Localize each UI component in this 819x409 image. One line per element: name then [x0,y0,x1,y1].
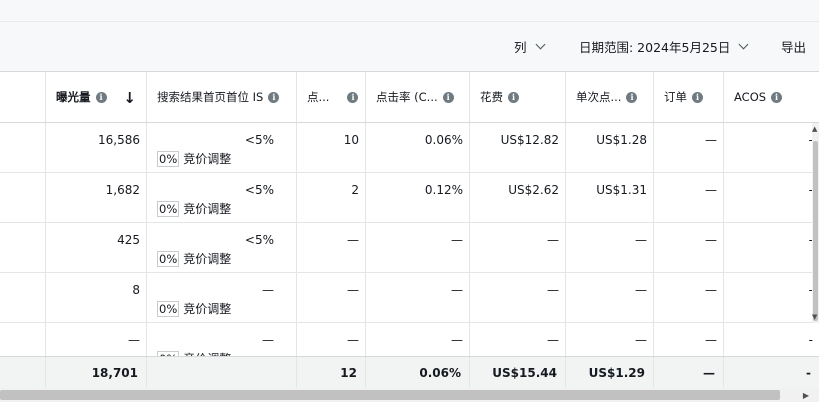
top-of-search-is-value: — [262,283,274,297]
cell-acos: - [808,283,813,297]
columns-label: 列 [514,40,527,55]
scroll-right-icon[interactable]: ▶ [803,391,809,400]
cell-impressions: 425 [46,223,147,272]
bid-adjustment[interactable]: 0%竞价调整 [157,250,274,267]
cell-spend: US$2.62 [470,173,566,222]
total-impressions: 18,701 [46,357,147,391]
cell-acos: - [808,233,813,247]
horizontal-scrollbar[interactable]: ▶ [0,388,819,402]
total-acos: - [806,366,811,380]
cell-clicks: 10 [297,123,366,172]
chevron-down-icon [535,39,545,50]
bid-adjustment-input[interactable]: 0% [157,200,180,217]
cell-orders: — [654,173,724,222]
cell-clicks: 2 [297,173,366,222]
cell-spend: — [470,223,566,272]
cell-impressions: 16,586 [46,123,147,172]
cell-top-of-search-is: — 0%竞价调整 [147,273,297,322]
cell-acos: - [808,333,813,347]
cell-orders: — [654,123,724,172]
row-spacer [0,223,46,272]
row-spacer [0,173,46,222]
top-of-search-is-value: <5% [244,133,274,147]
cell-top-of-search-is: <5% 0% 竞价调整 [147,173,297,222]
table-row: 8—0% 竞价调整 — — — — — - [0,273,819,323]
scroll-up-icon[interactable]: ▲ [812,125,817,133]
cell-cpc: US$1.31 [566,173,654,222]
bid-adjustment-input[interactable]: 0% [157,300,180,317]
cell-impressions: — [46,323,147,356]
cell-ctr: 0.12% [366,173,470,222]
vertical-scrollbar-thumb[interactable] [813,141,818,321]
total-orders: — [654,357,724,391]
cell-cpc: — [566,273,654,322]
cell-clicks: — [297,223,366,272]
total-cpc: US$1.29 [566,357,654,391]
bid-adjustment-label: 竞价调整 [183,252,232,266]
top-strip [0,0,819,22]
table-row: 1,682 <5% 0% 竞价调整 2 0.12% US$2.62 US$1.31— - [0,173,819,223]
cell-clicks: — [297,273,366,322]
cell-ctr: — [366,273,470,322]
cell-orders: — [654,323,724,356]
cell-ctr: — [366,223,470,272]
bid-adjustment[interactable]: 0%竞价调整 [157,200,274,217]
top-of-search-is-value: <5% [244,183,274,197]
cell-orders: — [654,273,724,322]
bid-adjustment-input[interactable]: 0% [157,250,180,267]
cell-spend: — [470,273,566,322]
table-row: 425 <5% 0% 竞价调整 — — — — — - [0,223,819,273]
table-body: 16,586 <5% 0% 竞价调整 10 0.06% US$12.82 US$1.28— -1… [0,72,819,356]
totals-spacer [0,357,46,391]
bid-adjustment-label: 竞价调整 [183,202,232,216]
cell-top-of-search-is: —0%竞价调整 [147,323,297,356]
total-spend: US$15.44 [470,357,566,391]
cell-cpc: — [566,323,654,356]
cell-top-of-search-is: <5% 0% 竞价调整 [147,223,297,272]
date-range-dropdown[interactable]: 日期范围: 2024年5月25日 [579,37,749,56]
cell-top-of-search-is: <5% 0% 竞价调整 [147,123,297,172]
total-top-of-search-is [147,357,297,391]
horizontal-scrollbar-thumb[interactable] [0,390,780,400]
export-button[interactable]: 导出 [781,37,806,56]
top-of-search-is-value: <5% [244,233,274,247]
total-clicks: 12 [297,357,366,391]
cell-impressions: 8 [46,273,147,322]
bid-adjustment-label: 竞价调整 [183,152,232,166]
row-spacer [0,323,46,356]
chevron-down-icon [738,39,749,50]
cell-acos: - [808,133,813,147]
totals-row: 18,701 12 0.06% US$15.44 US$1.29 — - [0,356,819,391]
row-spacer [0,273,46,322]
export-label: 导出 [781,40,807,55]
cell-spend: US$12.82 [470,123,566,172]
cell-ctr: 0.06% [366,123,470,172]
table-row: ——0%竞价调整—————- [0,323,819,356]
bid-adjustment-input[interactable]: 0% [157,150,180,167]
cell-impressions: 1,682 [46,173,147,222]
cell-cpc: — [566,223,654,272]
table-row: 16,586 <5% 0% 竞价调整 10 0.06% US$12.82 US$1.28— - [0,123,819,173]
cell-orders: — [654,223,724,272]
scroll-down-icon[interactable]: ▼ [812,313,817,321]
table-toolbar: 列 日期范围: 2024年5月25日 导出 [0,22,819,72]
bid-adjustment-label: 竞价调整 [183,302,232,316]
vertical-scrollbar[interactable]: ▲ ▼ [812,123,819,323]
cell-clicks: — [297,323,366,356]
cell-spend: — [470,323,566,356]
row-spacer [0,123,46,172]
cell-acos: - [808,183,813,197]
bid-adjustment[interactable]: 0%竞价调整 [157,300,274,317]
bid-adjustment[interactable]: 0%竞价调整 [157,150,274,167]
cell-ctr: — [366,323,470,356]
date-range-label: 日期范围: 2024年5月25日 [579,40,731,55]
top-of-search-is-value: — [262,333,274,347]
total-ctr: 0.06% [366,357,470,391]
columns-dropdown[interactable]: 列 [514,37,545,56]
cell-cpc: US$1.28 [566,123,654,172]
